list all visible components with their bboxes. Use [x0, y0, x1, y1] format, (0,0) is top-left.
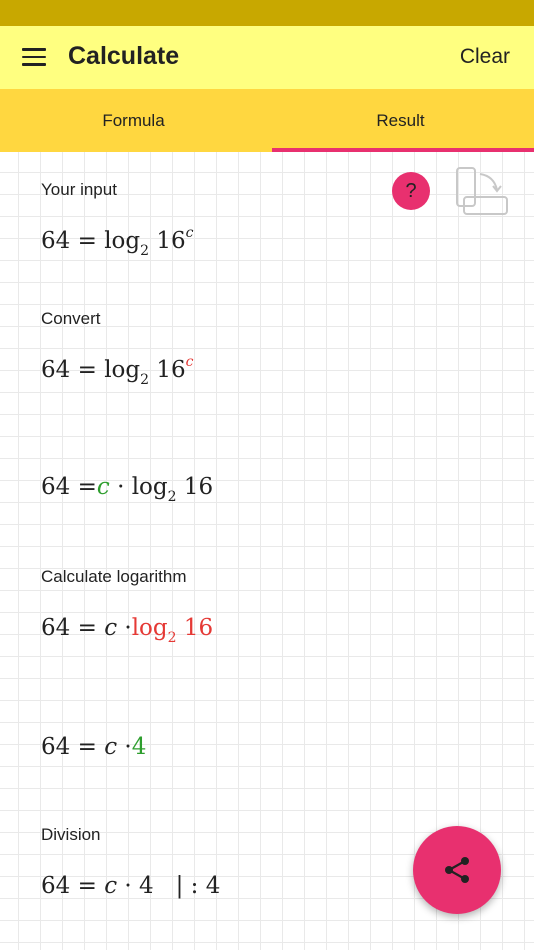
eq-lhs: 64	[41, 873, 71, 899]
equation-logarithm-result: 64 = c ·4	[41, 734, 146, 760]
equation-division: 64 = c · 4 | : 4	[41, 873, 220, 899]
hamburger-icon[interactable]	[22, 48, 46, 66]
eq-var-highlighted: c	[96, 474, 110, 500]
eq-base-highlighted: 2	[167, 630, 177, 646]
share-button[interactable]	[413, 826, 501, 914]
eq-lhs: 64	[41, 615, 71, 641]
eq-fn: log	[104, 228, 141, 254]
eq-dot: ·	[117, 615, 132, 641]
eq-lhs: 64	[41, 734, 71, 760]
eq-op: =	[70, 357, 105, 383]
eq-var: c	[104, 873, 118, 899]
step-label-division: Division	[41, 825, 101, 844]
eq-value: 4	[139, 873, 154, 899]
eq-dot: ·	[117, 873, 140, 899]
help-button[interactable]: ?	[392, 172, 430, 210]
eq-arg: 16	[149, 357, 186, 383]
eq-arg: 16	[149, 228, 186, 254]
eq-op: =	[70, 474, 97, 500]
eq-base: 2	[140, 243, 150, 259]
eq-lhs: 64	[41, 228, 71, 254]
eq-exponent-highlighted: c	[185, 354, 194, 370]
eq-lhs: 64	[41, 474, 71, 500]
tab-result[interactable]: Result	[267, 89, 534, 152]
eq-fn: log	[104, 357, 141, 383]
clear-button[interactable]: Clear	[460, 45, 510, 69]
eq-lhs: 64	[41, 357, 71, 383]
eq-base: 2	[140, 372, 150, 388]
eq-operation: | : 4	[153, 873, 221, 899]
tab-bar: Formula Result	[0, 89, 534, 152]
equation-convert: 64 = log2 16c	[41, 354, 194, 388]
eq-op: =	[70, 228, 105, 254]
eq-dot: ·	[109, 474, 132, 500]
eq-value-highlighted: 4	[131, 734, 147, 760]
eq-var: c	[104, 615, 118, 641]
eq-exponent: c	[185, 225, 194, 241]
screen-rotate-icon[interactable]	[454, 166, 510, 218]
page-title: Calculate	[68, 42, 180, 70]
eq-base: 2	[167, 489, 177, 505]
step-label-convert: Convert	[41, 309, 101, 328]
eq-arg-highlighted: 16	[176, 615, 214, 641]
eq-fn: log	[131, 474, 168, 500]
equation-input: 64 = log2 16c	[41, 225, 194, 259]
eq-op: =	[70, 615, 105, 641]
tab-formula[interactable]: Formula	[0, 89, 267, 152]
equation-logarithm: 64 = c ·log2 16	[41, 615, 214, 646]
step-label-logarithm: Calculate logarithm	[41, 567, 187, 586]
app-bar: Calculate Clear	[0, 26, 534, 89]
eq-arg: 16	[176, 474, 214, 500]
eq-var: c	[104, 734, 118, 760]
eq-op: =	[70, 734, 105, 760]
equation-convert-result: 64 =c · log2 16	[41, 474, 214, 505]
eq-op: =	[70, 873, 105, 899]
eq-dot: ·	[117, 734, 132, 760]
eq-fn-highlighted: log	[131, 615, 168, 641]
status-bar	[0, 0, 534, 26]
step-label-input: Your input	[41, 180, 117, 199]
share-icon	[445, 857, 469, 883]
